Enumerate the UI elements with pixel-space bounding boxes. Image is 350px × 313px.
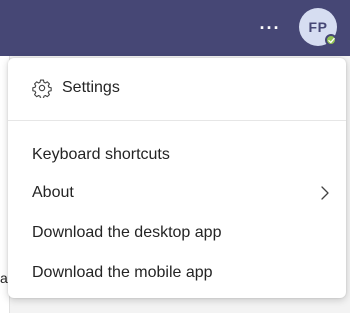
avatar-initials: FP: [308, 19, 328, 35]
menu-item-label: Keyboard shortcuts: [32, 146, 170, 163]
gear-icon: [32, 78, 52, 98]
menu-item-label: Download the desktop app: [32, 224, 222, 241]
menu-item-download-mobile-app[interactable]: Download the mobile app: [8, 253, 346, 293]
menu-item-settings[interactable]: Settings: [8, 68, 346, 108]
profile-menu: Settings Keyboard shortcuts About Downlo…: [8, 58, 346, 298]
background-clipped-text: a: [0, 270, 8, 286]
menu-item-label: Settings: [62, 79, 120, 96]
presence-badge: [325, 34, 337, 46]
menu-item-label: Download the mobile app: [32, 264, 213, 281]
menu-item-download-desktop-app[interactable]: Download the desktop app: [8, 213, 346, 253]
profile-avatar-button[interactable]: FP: [299, 8, 339, 48]
more-options-button[interactable]: ···: [256, 16, 284, 40]
menu-divider: [8, 120, 346, 121]
chevron-right-icon: [321, 186, 329, 200]
top-bar: ··· FP: [0, 0, 350, 56]
menu-item-about[interactable]: About: [8, 173, 346, 213]
checkmark-icon: [327, 37, 335, 43]
menu-item-keyboard-shortcuts[interactable]: Keyboard shortcuts: [8, 135, 346, 175]
app-page: ··· FP a Settings Keyboard shortcuts Abo…: [0, 0, 350, 313]
more-options-icon: ···: [259, 17, 281, 38]
menu-item-label: About: [32, 184, 74, 201]
